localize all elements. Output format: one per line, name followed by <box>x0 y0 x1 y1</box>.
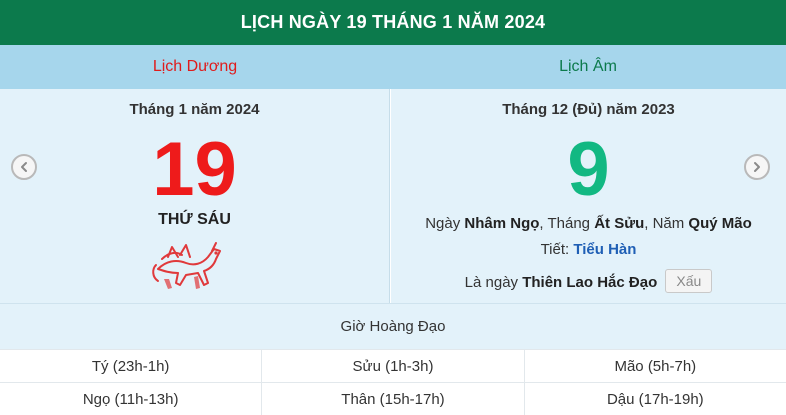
solar-day-number: 19 <box>152 127 237 212</box>
tiet-line: Tiết: Tiểu Hàn <box>391 241 786 258</box>
solar-month-year: Tháng 1 năm 2024 <box>129 101 260 118</box>
lunar-panel: Tháng 12 (Đủ) năm 2023 9 Ngày Nhâm Ngọ, … <box>391 89 786 303</box>
tiet-value[interactable]: Tiểu Hàn <box>573 241 636 258</box>
horse-icon <box>150 239 230 294</box>
chevron-left-icon <box>21 162 27 172</box>
gio-hoang-dao-table: Tý (23h-1h) Sửu (1h-3h) Mão (5h-7h) Ngọ … <box>0 349 786 415</box>
gio-cell: Ngọ (11h-13h) <box>0 383 263 415</box>
gio-cell: Thân (15h-17h) <box>262 383 525 415</box>
lunar-calendar-header: Lịch Âm <box>390 45 786 89</box>
thang-value: Ất Sửu <box>594 215 645 232</box>
la-ngay-label: Là ngày <box>464 273 519 291</box>
table-row: Tý (23h-1h) Sửu (1h-3h) Mão (5h-7h) <box>0 349 786 382</box>
gio-hoang-dao-header: Giờ Hoàng Đạo <box>0 303 786 349</box>
can-chi-line: Ngày Nhâm Ngọ, Tháng Ất Sửu, Năm Quý Mão <box>391 215 786 232</box>
gio-cell: Sửu (1h-3h) <box>262 350 525 382</box>
rating-badge[interactable]: Xấu <box>665 269 713 293</box>
nam-label: , Năm <box>644 215 685 232</box>
solar-panel: Tháng 1 năm 2024 19 THỨ SÁU <box>0 89 390 303</box>
table-row: Ngọ (11h-13h) Thân (15h-17h) Dậu (17h-19… <box>0 382 786 415</box>
gio-cell: Dậu (17h-19h) <box>606 390 704 408</box>
solar-weekday: THỨ SÁU <box>158 211 231 228</box>
la-ngay-value: Thiên Lao Hắc Đạo <box>522 273 658 291</box>
page-title: LỊCH NGÀY 19 THÁNG 1 NĂM 2024 <box>0 0 786 45</box>
lunar-month-year: Tháng 12 (Đủ) năm 2023 <box>502 101 675 118</box>
solar-calendar-header: Lịch Dương <box>0 45 390 89</box>
thang-label: , Tháng <box>539 215 591 232</box>
tiet-label: Tiết: <box>540 241 570 258</box>
gio-cell: Mão (5h-7h) <box>614 357 697 375</box>
ngay-label: Ngày <box>425 215 461 232</box>
gio-cell: Tý (23h-1h) <box>0 350 263 382</box>
chevron-right-icon <box>754 162 760 172</box>
prev-day-button[interactable] <box>11 154 37 180</box>
la-ngay-line: Là ngày Thiên Lao Hắc Đạo Xấu <box>391 269 786 295</box>
next-day-button[interactable] <box>744 154 770 180</box>
nam-value: Quý Mão <box>688 215 752 232</box>
ngay-value: Nhâm Ngọ <box>464 215 540 232</box>
lunar-day-number: 9 <box>567 127 610 212</box>
